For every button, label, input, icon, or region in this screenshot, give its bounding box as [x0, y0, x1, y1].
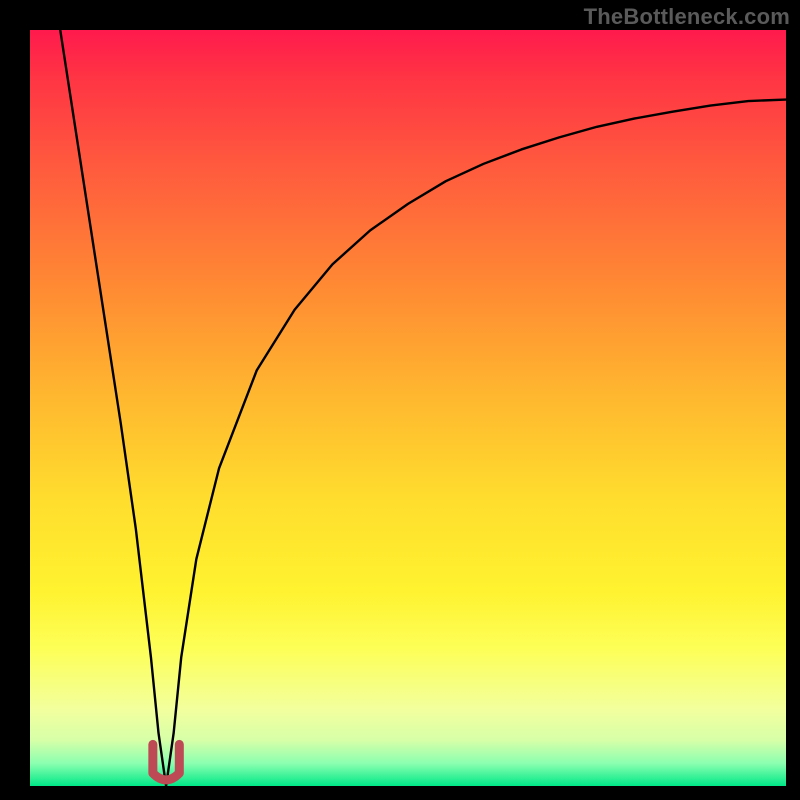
- chart-svg: [0, 0, 800, 800]
- chart-frame: TheBottleneck.com: [0, 0, 800, 800]
- curve-path: [60, 30, 786, 786]
- watermark-text: TheBottleneck.com: [584, 4, 790, 30]
- notch-marker: [153, 744, 179, 780]
